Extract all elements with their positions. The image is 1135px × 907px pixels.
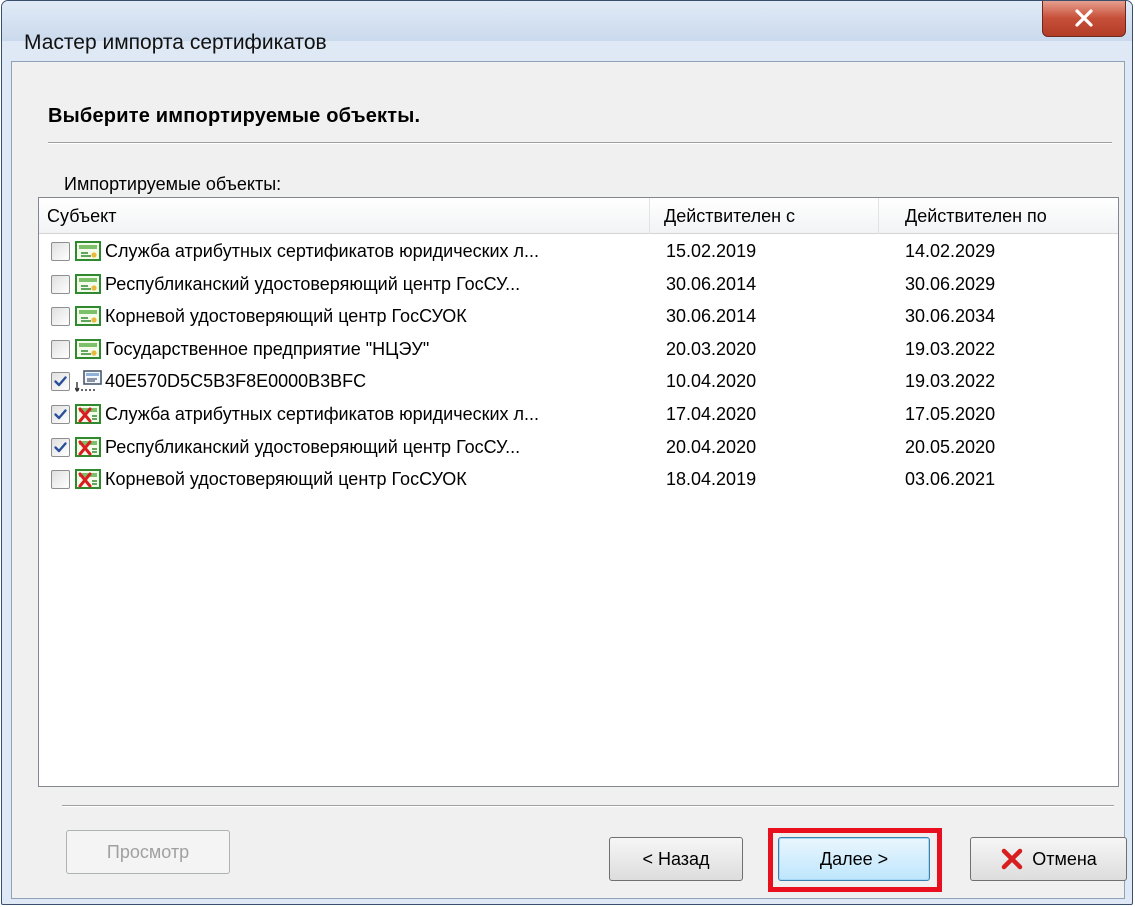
cancel-button-label: Отмена [1032,848,1097,869]
certificate-icon [75,273,103,295]
title-bar[interactable]: Мастер импорта сертификатов [2,1,1132,54]
cancel-button[interactable]: Отмена [970,837,1127,881]
cell-valid-to: 30.06.2029 [905,273,996,294]
row-checkbox[interactable] [51,470,70,490]
table-row[interactable]: Корневой удостоверяющий центр ГосСУОК 30.… [39,300,1118,333]
header-separator [48,142,1112,144]
cell-valid-to: 03.06.2021 [905,469,996,490]
cell-subject: Республиканский удостоверяющий центр Гос… [105,273,521,294]
import-objects-label: Импортируемые объекты: [64,174,282,194]
crl-icon [75,468,103,490]
list-header: Субъект Действителен с Действителен по [39,198,1118,234]
cell-valid-from: 20.03.2020 [666,338,757,359]
column-header-valid-to[interactable]: Действителен по [879,198,1120,234]
table-row[interactable]: Республиканский удостоверяющий центр Гос… [39,431,1118,464]
footer-separator [62,805,1114,807]
row-checkbox[interactable] [51,405,70,424]
cell-valid-from: 30.06.2014 [666,306,757,327]
cell-subject: Корневой удостоверяющий центр ГосСУОК [105,469,467,490]
cell-subject: Служба атрибутных сертификатов юридическ… [105,241,540,261]
cell-subject: Корневой удостоверяющий центр ГосСУОК [105,306,467,327]
crl-icon [75,436,103,458]
cell-valid-from: 20.04.2020 [666,436,757,457]
close-icon [1075,9,1093,27]
wizard-page: Выберите импортируемые объекты. Импортир… [11,61,1127,899]
cell-valid-to: 17.05.2020 [905,404,996,424]
row-checkbox[interactable] [51,274,70,294]
cell-valid-to: 20.05.2020 [905,436,996,457]
table-row[interactable]: Служба атрибутных сертификатов юридическ… [39,235,1118,268]
certificate-import-wizard-window: Мастер импорта сертификатов Выберите имп… [1,0,1133,905]
row-checkbox[interactable] [51,372,70,392]
row-checkbox[interactable] [51,339,70,359]
cell-subject: Государственное предприятие "НЦЭУ" [105,338,430,359]
cell-valid-from: 17.04.2020 [666,404,757,424]
table-row[interactable]: Служба атрибутных сертификатов юридическ… [39,398,1118,431]
certificate-icon [75,240,103,262]
table-row[interactable]: Республиканский удостоверяющий центр Гос… [39,268,1118,301]
page-heading: Выберите импортируемые объекты. [48,105,421,127]
cell-valid-to: 19.03.2022 [905,371,996,392]
cell-subject: Служба атрибутных сертификатов юридическ… [105,404,540,424]
next-button[interactable]: Далее > [778,837,930,881]
preview-button[interactable]: Просмотр [66,830,230,874]
cell-valid-from: 15.02.2019 [666,241,757,261]
cell-valid-to: 30.06.2034 [905,306,996,327]
cell-subject: 40E570D5C5B3F8E0000B3BFC [105,371,367,392]
table-row[interactable]: 40E570D5C5B3F8E0000B3BFC 10.04.2020 19.03.… [39,365,1118,398]
crl-icon [75,403,103,425]
cell-valid-to: 19.03.2022 [905,338,996,359]
back-button[interactable]: < Назад [609,837,743,881]
row-checkbox[interactable] [51,437,70,457]
column-header-subject[interactable]: Субъект [39,198,650,234]
row-checkbox[interactable] [51,242,70,261]
column-header-valid-from[interactable]: Действителен с [650,198,879,234]
table-row[interactable]: Государственное предприятие "НЦЭУ" 20.03.… [39,333,1118,366]
certificate-icon [75,338,103,360]
table-row[interactable]: Корневой удостоверяющий центр ГосСУОК 18.… [39,463,1118,496]
row-checkbox[interactable] [51,307,70,327]
cell-valid-to: 14.02.2029 [905,241,996,261]
cell-valid-from: 30.06.2014 [666,273,757,294]
window-title: Мастер импорта сертификатов [24,31,327,54]
cell-valid-from: 18.04.2019 [666,469,757,490]
cell-subject: Республиканский удостоверяющий центр Гос… [105,436,521,457]
close-button[interactable] [1042,1,1126,37]
attribute-certificate-icon [74,370,103,393]
certificate-icon [75,305,103,327]
cell-valid-from: 10.04.2020 [666,371,757,392]
cancel-x-icon [1001,848,1023,870]
import-objects-list[interactable]: Субъект Действителен с Действителен по С… [38,197,1119,787]
